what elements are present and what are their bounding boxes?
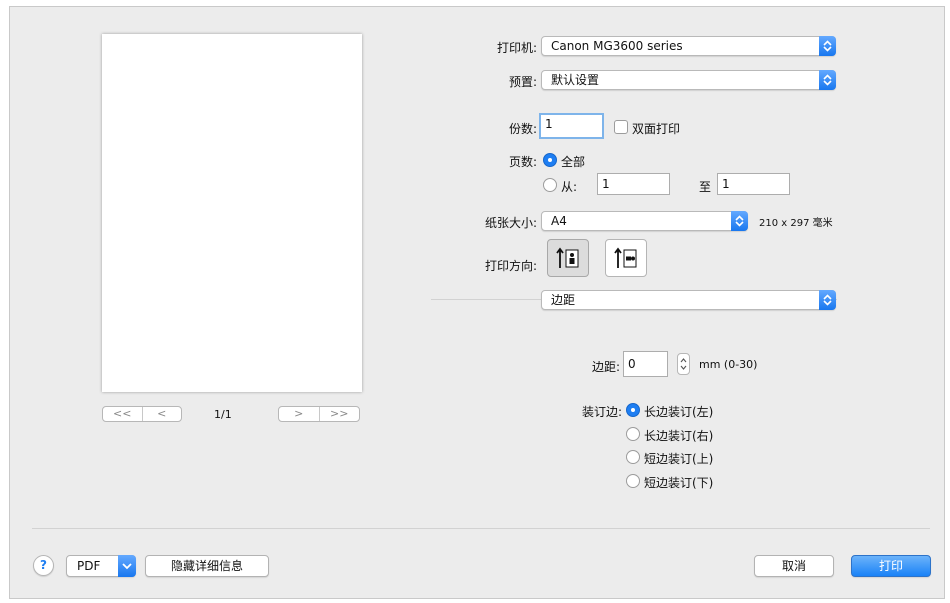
printer-label: 打印机: [496,41,537,55]
binding-option-3-label: 短边装订(下) [644,476,714,490]
help-button[interactable]: ? [33,555,54,576]
portrait-orientation-icon [556,247,579,268]
pdf-label: PDF [77,559,101,573]
two-sided-checkbox[interactable] [614,120,628,134]
paper-size-value: A4 [551,214,567,228]
paper-size-popup[interactable]: A4 [541,211,748,231]
pages-to-label: 至 [699,180,712,194]
margin-stepper[interactable] [677,353,690,375]
landscape-orientation-icon [614,247,637,268]
help-icon: ? [40,558,47,572]
binding-option-2-label: 短边装订(上) [644,452,714,466]
updown-arrows-icon [731,211,748,231]
margin-field[interactable]: 0 [623,351,668,377]
print-button[interactable]: 打印 [851,555,931,577]
next-page-button[interactable]: > [279,407,319,421]
margin-unit: mm (0-30) [699,358,758,371]
section-value: 边距 [551,293,576,307]
chevron-down-icon [118,555,136,577]
first-page-button[interactable]: << [103,407,142,421]
printer-value: Canon MG3600 series [551,39,683,53]
pages-all-label: 全部 [561,155,586,169]
pages-to-field[interactable]: 1 [717,173,790,195]
preview-nav-back: << < [102,406,182,422]
updown-arrows-icon [819,36,836,56]
page-indicator: 1/1 [214,408,232,421]
presets-popup[interactable]: 默认设置 [541,70,836,90]
margin-label: 边距: [591,360,620,374]
hide-details-button[interactable]: 隐藏详细信息 [145,555,269,577]
copies-label: 份数: [508,122,537,136]
cancel-button[interactable]: 取消 [754,555,834,577]
last-page-button[interactable]: >> [318,407,360,421]
previous-page-button[interactable]: < [141,407,182,421]
section-popup[interactable]: 边距 [541,290,836,310]
preview-nav-forward: > >> [278,406,360,422]
pages-range-radio[interactable] [543,178,557,192]
binding-option-1-radio[interactable] [626,427,640,441]
binding-option-1-label: 长边装订(右) [644,429,714,443]
two-sided-label: 双面打印 [632,122,681,136]
landscape-button[interactable] [605,239,647,277]
updown-arrows-icon [819,290,836,310]
printer-popup[interactable]: Canon MG3600 series [541,36,836,56]
pages-all-radio[interactable] [543,153,557,167]
pages-label: 页数: [508,155,537,169]
binding-label: 装订边: [581,405,622,419]
presets-label: 预置: [508,75,537,89]
portrait-button[interactable] [547,239,589,277]
orientation-label: 打印方向: [484,259,537,273]
page-preview [102,34,362,392]
copies-field[interactable]: 1 [539,113,604,139]
print-dialog: << < 1/1 > >> 打印机: Canon MG3600 series 预… [9,6,945,599]
bottom-divider [32,528,930,529]
paper-size-dimensions: 210 x 297 毫米 [759,218,833,229]
pdf-menu-button[interactable]: PDF [66,555,136,577]
updown-arrows-icon [819,70,836,90]
presets-value: 默认设置 [551,73,600,87]
paper-size-label: 纸张大小: [484,216,537,230]
binding-option-3-radio[interactable] [626,474,640,488]
binding-option-2-radio[interactable] [626,450,640,464]
binding-option-0-radio[interactable] [626,403,640,417]
binding-option-0-label: 长边装订(左) [644,405,714,419]
pages-from-field[interactable]: 1 [597,173,670,195]
pages-from-label: 从: [561,180,578,194]
